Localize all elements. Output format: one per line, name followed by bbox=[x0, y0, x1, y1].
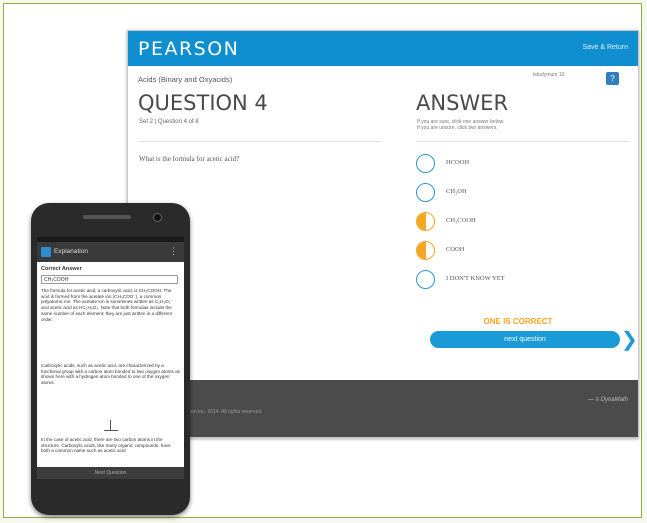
speaker-grille bbox=[83, 215, 131, 219]
overflow-menu-icon[interactable]: ⋮ bbox=[169, 246, 178, 256]
correct-answer-field: CH₃COOH bbox=[41, 275, 178, 284]
option-label: COOH bbox=[446, 246, 465, 253]
correct-answer-label: Correct Answer bbox=[41, 266, 82, 272]
chevron-right-icon[interactable]: ❯ bbox=[621, 329, 638, 351]
phone-next-question-button[interactable]: Next Question bbox=[37, 467, 184, 479]
explanation-title: Explanation bbox=[54, 248, 88, 255]
radio-circle[interactable] bbox=[416, 154, 435, 173]
figure-frame: PEARSON Save & Return Acids (Binary and … bbox=[3, 3, 642, 518]
option-label: CH₃COOH bbox=[446, 217, 476, 224]
breadcrumb: Acids (Binary and Oxyacids) bbox=[138, 75, 233, 84]
user-label: tstudymum 10 bbox=[533, 72, 565, 78]
answer-option-ch3cooh[interactable]: CH₃COOH bbox=[416, 212, 626, 234]
copyright-text: Pearson Inc. 2014. All rights reserved. bbox=[178, 409, 263, 415]
question-text: What is the formula for acetic acid? bbox=[139, 155, 240, 163]
radio-circle[interactable] bbox=[416, 270, 435, 289]
divider bbox=[138, 141, 381, 142]
pearson-logo: PEARSON bbox=[138, 38, 240, 60]
option-label: I DON'T KNOW YET bbox=[446, 275, 505, 282]
answer-option-dont-know[interactable]: I DON'T KNOW YET bbox=[416, 270, 626, 292]
explanation-paragraph: The formula for acetic acid, a carboxyli… bbox=[41, 288, 173, 322]
option-label: CH₃OH bbox=[446, 188, 467, 195]
answer-option-cooh[interactable]: COOH bbox=[416, 241, 626, 263]
camera-icon bbox=[153, 213, 162, 222]
answer-option-ch3oh[interactable]: CH₃OH bbox=[416, 183, 626, 205]
app-footer: Pearson Inc. 2014. All rights reserved. … bbox=[128, 380, 638, 437]
explanation-paragraph: Carboxylic acids, such as acetic acid, a… bbox=[41, 363, 180, 386]
radio-circle-half-selected[interactable] bbox=[416, 241, 435, 260]
answer-help-line: If you are unsure, click two answers. bbox=[417, 125, 498, 131]
radio-circle-half-selected[interactable] bbox=[416, 212, 435, 231]
explanation-paragraph: In the case of acetic acid, there are tw… bbox=[41, 437, 171, 454]
bond-line bbox=[110, 420, 111, 430]
save-return-link[interactable]: Save & Return bbox=[582, 44, 628, 51]
app-header: PEARSON Save & Return bbox=[128, 31, 638, 66]
divider bbox=[416, 141, 630, 142]
app-icon bbox=[41, 247, 51, 257]
radio-circle[interactable] bbox=[416, 183, 435, 202]
question-subtitle: Set 2 | Question 4 of 8 bbox=[139, 119, 199, 125]
phone-bottom-bezel bbox=[31, 485, 190, 515]
answer-instructions: If you are sure, click one answer below.… bbox=[417, 119, 504, 131]
bond-line bbox=[104, 430, 118, 431]
phone-app-bar: Explanation ⋮ bbox=[37, 242, 184, 262]
phone-screen: Explanation ⋮ Correct Answer CH₃COOH The… bbox=[37, 237, 184, 479]
result-status: ONE IS CORRECT bbox=[483, 317, 553, 326]
carboxyl-structure-diagram bbox=[101, 420, 121, 434]
smartphone: Explanation ⋮ Correct Answer CH₃COOH The… bbox=[31, 203, 190, 515]
answer-title: ANSWER bbox=[416, 91, 509, 115]
question-title: QUESTION 4 bbox=[138, 91, 268, 115]
desktop-screen: PEARSON Save & Return Acids (Binary and … bbox=[127, 30, 639, 438]
answer-option-hcooh[interactable]: HCOOH bbox=[416, 154, 626, 176]
next-question-button[interactable]: next question bbox=[430, 331, 620, 348]
option-label: HCOOH bbox=[446, 159, 470, 166]
footer-logo: — ≡ DynaMath bbox=[587, 397, 628, 403]
help-icon[interactable]: ? bbox=[606, 72, 619, 85]
phone-top-bezel bbox=[31, 203, 190, 233]
